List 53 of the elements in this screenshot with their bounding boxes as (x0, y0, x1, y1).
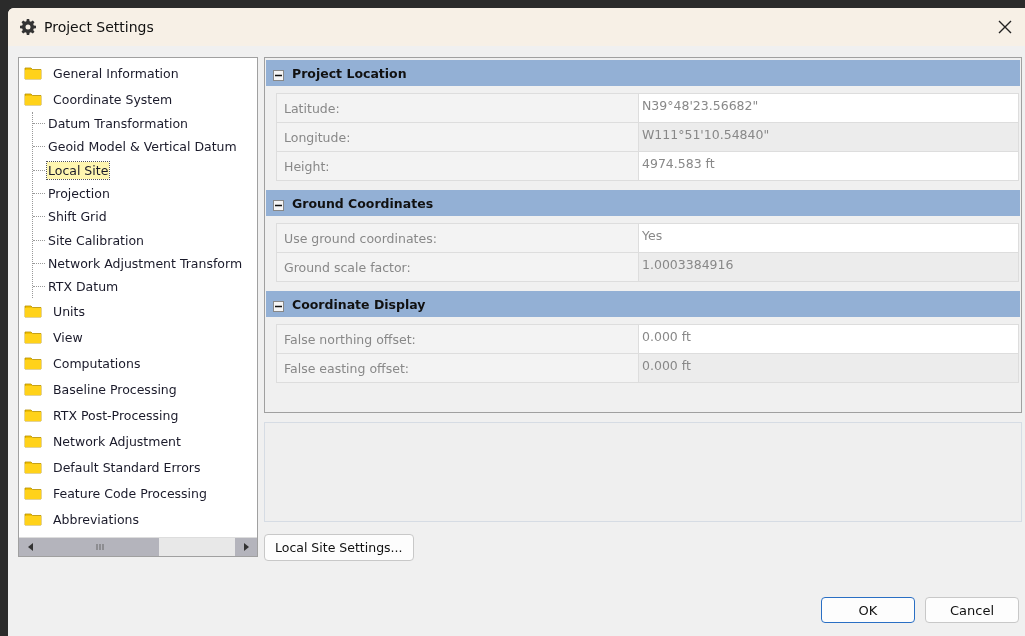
tree-item[interactable]: Feature Code Processing (52, 484, 208, 502)
tree-item[interactable]: RTX Post-Processing (52, 406, 180, 424)
folder-icon (24, 92, 42, 106)
folder-icon (24, 356, 42, 371)
gear-icon (20, 19, 36, 35)
tree-item[interactable]: Default Standard Errors (52, 458, 202, 476)
scroll-left-button[interactable] (19, 538, 41, 556)
folder-icon (24, 304, 42, 319)
grip-icon (96, 544, 104, 550)
folder-icon (24, 330, 42, 345)
folder-icon (24, 460, 42, 475)
folder-icon (24, 66, 42, 80)
collapse-toggle[interactable] (273, 199, 284, 211)
horizontal-scrollbar[interactable] (19, 537, 257, 556)
tree-item[interactable]: Network Adjustment (52, 432, 182, 450)
tree-item[interactable]: Network Adjustment Transform (47, 254, 244, 272)
section-title: Coordinate Display (292, 296, 426, 312)
tree-item[interactable]: Datum Transformation (47, 115, 190, 133)
tree-item[interactable]: Geoid Model & Vertical Datum (47, 138, 238, 156)
property-value[interactable]: Yes (639, 224, 1018, 252)
section-title: Project Location (292, 65, 407, 81)
property-value[interactable]: 4974.583 ft (639, 152, 1018, 180)
folder-icon (24, 512, 42, 527)
local-site-settings-button[interactable]: Local Site Settings... (264, 534, 414, 561)
scrollbar-thumb[interactable] (41, 538, 159, 556)
tree-item[interactable]: Shift Grid (47, 208, 108, 226)
collapse-toggle[interactable] (273, 69, 284, 81)
tree-item[interactable]: Projection (47, 185, 111, 203)
scroll-right-button[interactable] (235, 538, 257, 556)
window-title: Project Settings (44, 19, 155, 35)
tree-item[interactable]: Local Site (47, 161, 110, 179)
folder-icon (24, 434, 42, 449)
dialog-button[interactable]: OK (821, 597, 915, 623)
tree-item[interactable]: Computations (52, 354, 142, 372)
folder-icon (24, 486, 42, 501)
section-title: Ground Coordinates (292, 195, 434, 211)
tree-item[interactable]: General Information (52, 64, 180, 82)
tree-item[interactable]: Coordinate System (52, 90, 174, 108)
close-icon (998, 20, 1012, 34)
tree-item[interactable]: Units (52, 302, 86, 320)
tree-item[interactable]: View (52, 328, 84, 346)
dialog-button[interactable]: Cancel (925, 597, 1019, 623)
tree-item[interactable]: Site Calibration (47, 231, 145, 249)
left-arrow-icon (27, 543, 33, 551)
folder-icon (24, 382, 42, 397)
folder-icon (24, 408, 42, 423)
tree-item[interactable]: Baseline Processing (52, 380, 178, 398)
tree-item[interactable]: Abbreviations (52, 510, 140, 528)
collapse-toggle[interactable] (273, 300, 284, 312)
property-value[interactable]: 0.000 ft (639, 325, 1018, 353)
tree-item[interactable]: RTX Datum (47, 278, 120, 296)
right-arrow-icon (243, 543, 249, 551)
property-value[interactable]: N39°48'23.56682" (639, 94, 1018, 122)
